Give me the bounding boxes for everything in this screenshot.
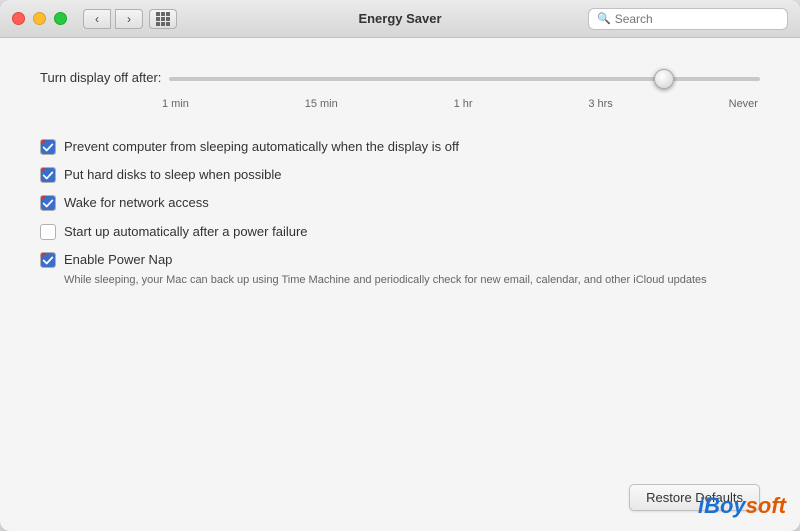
bottom-bar: Restore Defaults <box>0 474 800 531</box>
maximize-button[interactable] <box>54 12 67 25</box>
option-text-2: Put hard disks to sleep when possible <box>64 166 282 184</box>
forward-icon: › <box>127 12 131 26</box>
checkbox-prevent-sleep[interactable] <box>40 139 56 155</box>
option-text-4: Start up automatically after a power fai… <box>64 223 308 241</box>
tick-label-never: Never <box>729 98 758 110</box>
option-desc-5: While sleeping, your Mac can back up usi… <box>64 273 707 288</box>
option-text-5: Enable Power Nap <box>64 251 172 269</box>
checkbox-startup-power[interactable] <box>40 224 56 240</box>
option-row-1: Prevent computer from sleeping automatic… <box>40 138 459 156</box>
traffic-lights <box>12 12 67 25</box>
slider-section: Turn display off after: 1 min 15 min 1 h… <box>40 68 760 110</box>
search-box[interactable]: 🔍 <box>588 8 788 30</box>
checkbox-hard-disks[interactable] <box>40 167 56 183</box>
watermark-soft: soft <box>746 493 786 518</box>
window-title: Energy Saver <box>358 11 441 26</box>
checkmark-svg-5 <box>41 252 55 268</box>
watermark: iBoysoft <box>698 493 786 519</box>
search-input[interactable] <box>615 12 779 26</box>
option-row-3: Wake for network access <box>40 194 209 212</box>
back-button[interactable]: ‹ <box>83 9 111 29</box>
forward-button[interactable]: › <box>115 9 143 29</box>
tick-label-15min: 15 min <box>305 98 338 110</box>
tick-label-1min: 1 min <box>162 98 189 110</box>
watermark-boy: Boy <box>704 493 746 518</box>
back-icon: ‹ <box>95 12 99 26</box>
checkbox-power-nap[interactable] <box>40 252 56 268</box>
tick-label-3hrs: 3 hrs <box>588 98 612 110</box>
search-icon: 🔍 <box>597 12 611 25</box>
minimize-button[interactable] <box>33 12 46 25</box>
main-window: ‹ › Energy Saver 🔍 Turn display off afte… <box>0 0 800 531</box>
option-hard-disks: Put hard disks to sleep when possible <box>40 166 760 184</box>
slider-label: Turn display off after: <box>40 70 161 85</box>
slider-label-row: Turn display off after: <box>40 68 760 86</box>
checkmark-svg-3 <box>41 195 55 211</box>
option-startup-power: Start up automatically after a power fai… <box>40 223 760 241</box>
tick-label-1hr: 1 hr <box>454 98 473 110</box>
slider-tick-labels: 1 min 15 min 1 hr 3 hrs Never <box>160 98 760 110</box>
option-row-4: Start up automatically after a power fai… <box>40 223 308 241</box>
display-off-slider[interactable] <box>169 77 760 81</box>
checkmark-svg-2 <box>41 167 55 183</box>
grid-icon <box>156 12 170 26</box>
grid-button[interactable] <box>149 9 177 29</box>
option-prevent-sleep: Prevent computer from sleeping automatic… <box>40 138 760 156</box>
option-text-3: Wake for network access <box>64 194 209 212</box>
checkmark-svg-1 <box>41 139 55 155</box>
option-wake-network: Wake for network access <box>40 194 760 212</box>
options-list: Prevent computer from sleeping automatic… <box>40 138 760 288</box>
option-row-2: Put hard disks to sleep when possible <box>40 166 282 184</box>
checkbox-wake-network[interactable] <box>40 195 56 211</box>
option-row-5: Enable Power Nap <box>40 251 172 269</box>
titlebar: ‹ › Energy Saver 🔍 <box>0 0 800 38</box>
option-power-nap: Enable Power Nap While sleeping, your Ma… <box>40 251 760 289</box>
slider-container <box>169 68 760 86</box>
close-button[interactable] <box>12 12 25 25</box>
option-text-1: Prevent computer from sleeping automatic… <box>64 138 459 156</box>
nav-buttons: ‹ › <box>83 9 143 29</box>
content-area: Turn display off after: 1 min 15 min 1 h… <box>0 38 800 474</box>
